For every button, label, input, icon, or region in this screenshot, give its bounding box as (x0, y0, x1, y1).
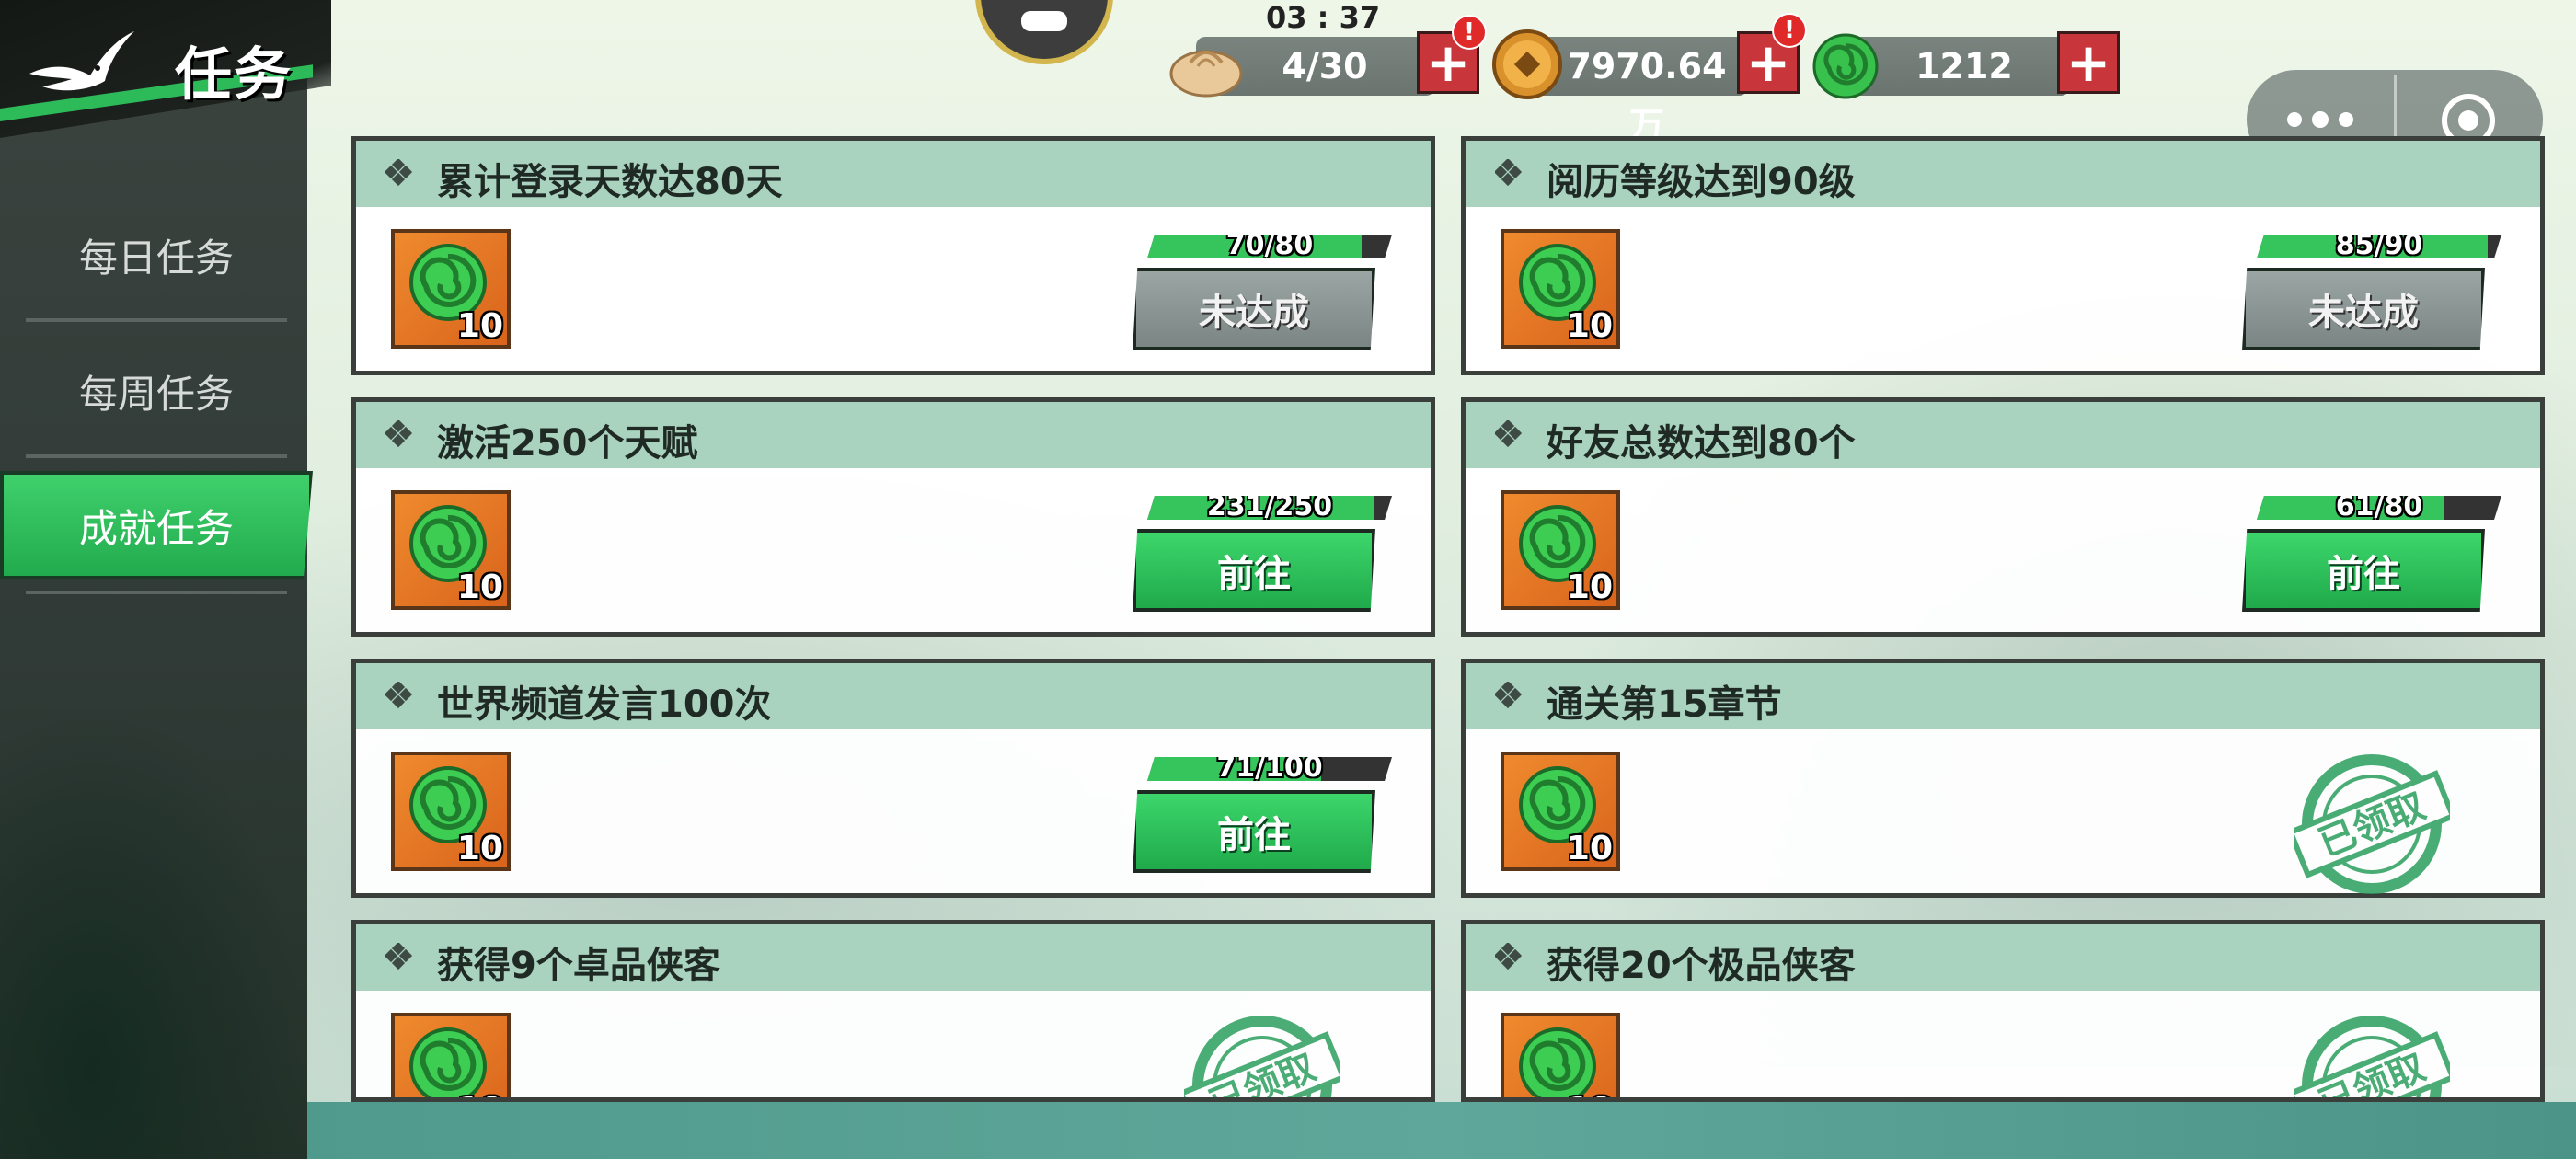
notification-badge: ! (1772, 13, 1807, 48)
sidebar-mountain-decoration (0, 699, 307, 1159)
tab-divider (26, 591, 287, 594)
task-card: 获得9个卓品侠客 10 已领取 (351, 920, 1435, 1102)
reward-item[interactable]: 10 (1501, 229, 1620, 349)
task-card: 阅历等级达到90级 10 85/90 未达成 (1461, 136, 2545, 375)
claimed-stamp: 已领取 (1184, 1016, 1340, 1097)
task-card: 好友总数达到80个 10 61/80 前往 (1461, 397, 2545, 637)
diamond-bullet-icon (1495, 159, 1523, 187)
green-shell-icon (1519, 1027, 1596, 1097)
stamina-value: 4/30 (1282, 46, 1368, 86)
tab-weekly-tasks[interactable]: 每周任务 (26, 340, 287, 442)
reward-item[interactable]: 10 (391, 490, 511, 610)
more-dots-icon[interactable] (2280, 99, 2363, 140)
reward-quantity: 10 (456, 830, 503, 867)
notification-badge: ! (1452, 15, 1487, 50)
reward-item[interactable]: 10 (391, 1013, 511, 1097)
task-title: 累计登录天数达80天 (437, 161, 783, 203)
tab-divider (26, 454, 287, 458)
go-button[interactable]: 前往 (2242, 529, 2485, 612)
diamond-bullet-icon (385, 159, 413, 187)
task-card: 通关第15章节 10 已领取 (1461, 659, 2545, 898)
reward-quantity: 10 (456, 568, 503, 606)
task-card: 获得20个极品侠客 10 已领取 (1461, 920, 2545, 1102)
claimed-stamp: 已领取 (2294, 754, 2450, 894)
jade-value: 1212 (1915, 46, 2013, 86)
reward-quantity: 10 (1566, 830, 1613, 867)
coin-icon (1492, 29, 1562, 99)
task-title: 世界频道发言100次 (437, 683, 772, 726)
task-progress-bar: 61/80 (2257, 496, 2501, 520)
task-title: 获得20个极品侠客 (1547, 945, 1856, 987)
reward-quantity: 10 (1567, 1091, 1613, 1097)
task-title: 激活250个天赋 (437, 422, 698, 465)
task-title: 好友总数达到80个 (1547, 422, 1856, 465)
task-title: 阅历等级达到90级 (1547, 161, 1856, 203)
task-card: 世界频道发言100次 10 71/100 前往 (351, 659, 1435, 898)
reward-quantity: 10 (1566, 307, 1613, 345)
reward-quantity: 10 (1566, 568, 1613, 606)
reward-item[interactable]: 10 (391, 752, 511, 871)
diamond-bullet-icon (385, 943, 413, 970)
diamond-bullet-icon (1495, 682, 1523, 709)
diamond-bullet-icon (385, 420, 413, 448)
reward-item[interactable]: 10 (1501, 1013, 1620, 1097)
sidebar (0, 0, 307, 1159)
task-progress-bar: 85/90 (2257, 235, 2501, 258)
task-title: 获得9个卓品侠客 (437, 945, 720, 987)
reward-item[interactable]: 10 (391, 229, 511, 349)
swallow-logo-icon (29, 31, 134, 91)
task-card: 累计登录天数达80天 10 70/80 未达成 (351, 136, 1435, 375)
go-button[interactable]: 前往 (1133, 790, 1375, 873)
reward-quantity: 10 (457, 1091, 503, 1097)
diamond-bullet-icon (385, 682, 413, 709)
incomplete-button[interactable]: 未达成 (1133, 268, 1375, 350)
reward-item[interactable]: 10 (1501, 490, 1620, 610)
task-progress-text: 70/80 (1225, 229, 1314, 261)
incomplete-button[interactable]: 未达成 (2242, 268, 2485, 350)
green-shell-icon (409, 1027, 487, 1097)
tab-divider (26, 318, 287, 322)
reward-quantity: 10 (456, 307, 503, 345)
task-progress-bar: 231/250 (1147, 496, 1392, 520)
page-title: 任务 (175, 40, 293, 108)
task-progress-text: 85/90 (2335, 229, 2423, 261)
reward-item[interactable]: 10 (1501, 752, 1620, 871)
task-card: 激活250个天赋 10 231/250 前往 (351, 397, 1435, 637)
go-button[interactable]: 前往 (1133, 529, 1375, 612)
coin-value: 7970.64万 (1567, 46, 1727, 145)
green-shell-icon (1812, 33, 1879, 99)
tab-achievement-tasks[interactable]: 成就任务 (0, 471, 313, 580)
task-progress-text: 231/250 (1206, 490, 1333, 522)
tab-daily-tasks[interactable]: 每日任务 (26, 204, 287, 305)
add-jade-button[interactable]: + (2057, 31, 2120, 94)
diamond-bullet-icon (1495, 420, 1523, 448)
task-progress-bar: 71/100 (1147, 757, 1392, 781)
claimed-stamp: 已领取 (2294, 1016, 2450, 1097)
task-title: 通关第15章节 (1547, 683, 1782, 726)
task-progress-text: 71/100 (1216, 752, 1323, 784)
gamepad-icon[interactable] (975, 0, 1113, 64)
task-progress-text: 61/80 (2335, 490, 2423, 522)
task-progress-bar: 70/80 (1147, 235, 1392, 258)
bottom-strip (307, 1102, 2576, 1159)
countdown-timer: 03 : 37 (1266, 0, 1381, 35)
bun-icon (1169, 50, 1243, 98)
diamond-bullet-icon (1495, 943, 1523, 970)
